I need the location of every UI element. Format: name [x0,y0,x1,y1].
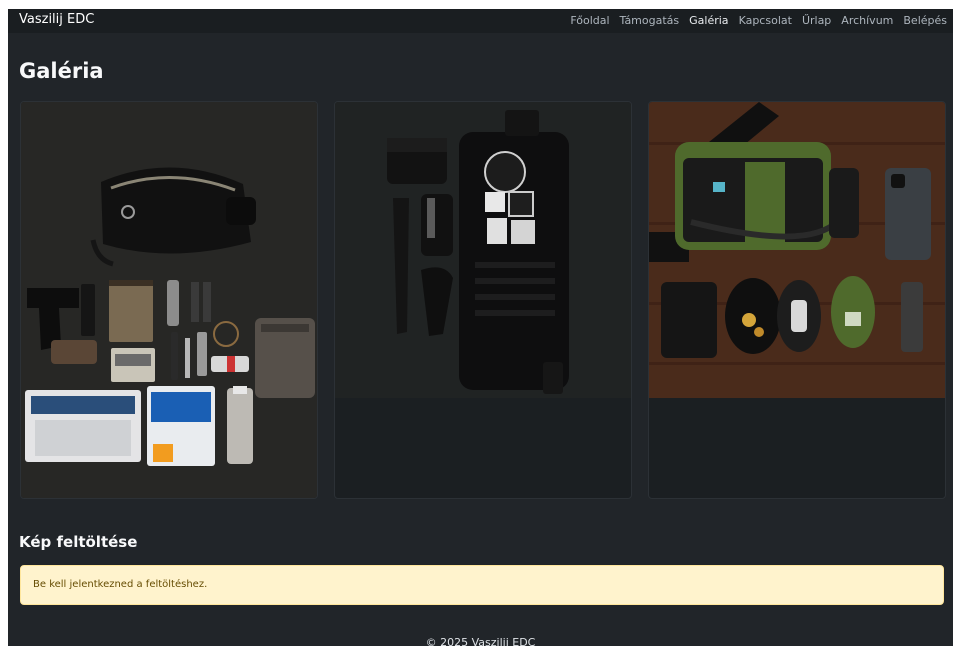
login-required-alert: Be kell jelentkezned a feltöltéshez. [20,565,944,605]
page: Vaszilij EDC Főoldal Támogatás Galéria K… [8,9,953,646]
nav-link-home[interactable]: Főoldal [570,14,609,27]
upload-heading: Kép feltöltése [19,533,138,551]
brand-link[interactable]: Vaszilij EDC [19,12,94,27]
gallery-card[interactable] [648,101,946,499]
gallery-card[interactable] [20,101,318,499]
footer-copyright: © 2025 Vaszilij EDC [425,636,536,646]
nav-link-form[interactable]: Űrlap [802,14,831,27]
gallery-image-3[interactable] [649,102,945,398]
alert-message: Be kell jelentkezned a feltöltéshez. [33,579,208,590]
gallery-image-2[interactable] [335,102,631,398]
nav-link-gallery[interactable]: Galéria [689,14,728,27]
page-title: Galéria [19,59,104,83]
nav-link-support[interactable]: Támogatás [620,14,680,27]
gallery-card[interactable] [334,101,632,499]
nav-link-contact[interactable]: Kapcsolat [739,14,792,27]
nav-links: Főoldal Támogatás Galéria Kapcsolat Űrla… [570,14,947,27]
nav-link-archive[interactable]: Archívum [841,14,893,27]
nav-link-login[interactable]: Belépés [903,14,947,27]
navbar: Vaszilij EDC Főoldal Támogatás Galéria K… [8,9,953,33]
gallery-image-1[interactable] [21,102,317,498]
